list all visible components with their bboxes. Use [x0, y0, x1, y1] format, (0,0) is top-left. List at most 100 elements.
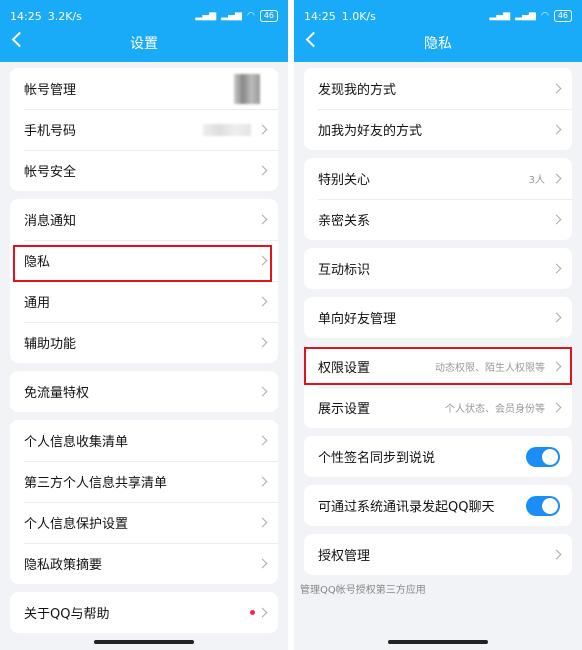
- privacy-screen: 14:25 1.0K/s ▂▄▆ ▂▄▆ ◠ 46 隐私 发现我的方式 加我为好…: [294, 0, 582, 650]
- personal-info-group: 个人信息收集清单 第三方个人信息共享清单 个人信息保护设置 隐私政策摘要: [10, 420, 278, 584]
- row-third-party-sharing[interactable]: 第三方个人信息共享清单: [10, 461, 278, 502]
- row-privacy[interactable]: 隐私: [10, 240, 278, 281]
- row-info-protection[interactable]: 个人信息保护设置: [10, 502, 278, 543]
- chevron-right-icon: [551, 263, 562, 274]
- interaction-group: 互动标识: [304, 248, 572, 289]
- row-privacy-summary[interactable]: 隐私政策摘要: [10, 543, 278, 584]
- chevron-right-icon: [257, 607, 268, 618]
- row-auth-manage[interactable]: 授权管理: [304, 534, 572, 575]
- chevron-right-icon: [257, 517, 268, 528]
- auth-note: 管理QQ帐号授权第三方应用: [300, 585, 426, 596]
- relations-group: 特别关心 3人 亲密关系: [304, 158, 572, 240]
- chevron-right-icon: [551, 312, 562, 323]
- row-display-settings[interactable]: 展示设置 个人状态、会员身份等: [304, 387, 572, 428]
- row-account-security[interactable]: 帐号安全: [10, 150, 278, 191]
- wifi-icon: ◠: [246, 11, 255, 21]
- row-phone[interactable]: 手机号码: [10, 109, 278, 150]
- settings-screen: 14:25 3.2K/s ▂▄▆ ▂▄▆ ◠ 46 设置 帐号管理 手机号码 帐: [0, 0, 288, 650]
- row-permission-settings[interactable]: 权限设置 动态权限、陌生人权限等: [304, 346, 572, 387]
- row-label: 展示设置: [318, 402, 371, 417]
- status-speed: 3.2K/s: [47, 9, 82, 23]
- row-notifications[interactable]: 消息通知: [10, 199, 278, 240]
- signal-icon: ▂▄▆: [489, 11, 511, 21]
- signal-icon: ▂▄▆: [515, 11, 536, 21]
- contacts-chat-toggle[interactable]: [526, 495, 560, 516]
- row-data-free[interactable]: 免流量特权: [10, 371, 278, 412]
- home-indicator: [94, 640, 194, 644]
- chevron-right-icon: [257, 435, 268, 446]
- row-label: 帐号安全: [24, 165, 77, 180]
- status-time: 14:25: [304, 9, 336, 23]
- row-label: 发现我的方式: [318, 83, 397, 98]
- row-label: 第三方个人信息共享清单: [24, 476, 168, 491]
- chevron-right-icon: [551, 549, 562, 560]
- row-intimate[interactable]: 亲密关系: [304, 199, 572, 240]
- row-label: 帐号管理: [24, 83, 77, 98]
- status-time: 14:25: [10, 9, 42, 23]
- back-arrow-icon[interactable]: [11, 31, 28, 48]
- row-info-collection[interactable]: 个人信息收集清单: [10, 420, 278, 461]
- row-label: 授权管理: [318, 549, 371, 564]
- chevron-right-icon: [257, 337, 268, 348]
- row-label: 单向好友管理: [318, 312, 397, 327]
- row-find-me[interactable]: 发现我的方式: [304, 68, 572, 109]
- avatar: [234, 73, 260, 104]
- chevron-right-icon: [257, 476, 268, 487]
- chevron-right-icon: [257, 386, 268, 397]
- status-bar: 14:25 1.0K/s ▂▄▆ ▂▄▆ ◠ 46: [304, 8, 572, 24]
- chevron-right-icon: [257, 214, 268, 225]
- signal-icon: ▂▄▆: [221, 11, 242, 21]
- contacts-chat-group: 可通过系统通讯录发起QQ聊天: [304, 485, 572, 526]
- general-group: 消息通知 隐私 通用 辅助功能: [10, 199, 278, 363]
- row-contacts-chat: 可通过系统通讯录发起QQ聊天: [304, 485, 572, 526]
- row-label: 隐私: [24, 255, 51, 270]
- row-label: 特别关心: [318, 173, 371, 188]
- permission-group: 权限设置 动态权限、陌生人权限等 展示设置 个人状态、会员身份等: [304, 346, 572, 428]
- top-bar: 14:25 3.2K/s ▂▄▆ ▂▄▆ ◠ 46 设置: [0, 0, 288, 62]
- row-general[interactable]: 通用: [10, 281, 278, 322]
- row-label: 隐私政策摘要: [24, 558, 103, 573]
- about-group: 关于QQ与帮助: [10, 592, 278, 633]
- row-label: 手机号码: [24, 124, 77, 139]
- chevron-right-icon: [257, 558, 268, 569]
- battery-icon: 46: [259, 10, 278, 22]
- row-label: 通用: [24, 296, 51, 311]
- auth-group: 授权管理: [304, 534, 572, 575]
- chevron-right-icon: [257, 296, 268, 307]
- row-signature-sync: 个性签名同步到说说: [304, 436, 572, 477]
- wifi-icon: ◠: [540, 11, 549, 21]
- row-one-way-friends[interactable]: 单向好友管理: [304, 297, 572, 338]
- chevron-right-icon: [551, 402, 562, 413]
- red-dot-badge: [250, 610, 255, 615]
- signal-icon: ▂▄▆: [195, 11, 217, 21]
- signature-sync-toggle[interactable]: [526, 446, 560, 467]
- row-special-care[interactable]: 特别关心 3人: [304, 158, 572, 199]
- row-value: 3人: [528, 175, 545, 186]
- status-speed: 1.0K/s: [341, 9, 376, 23]
- row-label: 个人信息保护设置: [24, 517, 129, 532]
- chevron-right-icon: [551, 173, 562, 184]
- page-title: 隐私: [424, 36, 452, 52]
- row-label: 个人信息收集清单: [24, 435, 129, 450]
- chevron-right-icon: [551, 124, 562, 135]
- chevron-right-icon: [551, 83, 562, 94]
- chevron-right-icon: [551, 361, 562, 372]
- row-label: 免流量特权: [24, 386, 90, 401]
- row-accessibility[interactable]: 辅助功能: [10, 322, 278, 363]
- nav-bar: 设置: [0, 30, 288, 56]
- chevron-right-icon: [551, 214, 562, 225]
- battery-icon: 46: [553, 10, 572, 22]
- back-arrow-icon[interactable]: [305, 31, 322, 48]
- row-label: 亲密关系: [318, 214, 371, 229]
- row-about[interactable]: 关于QQ与帮助: [10, 592, 278, 633]
- row-label: 权限设置: [318, 361, 371, 376]
- row-interaction-marks[interactable]: 互动标识: [304, 248, 572, 289]
- page-title: 设置: [130, 36, 158, 52]
- signature-sync-group: 个性签名同步到说说: [304, 436, 572, 477]
- home-indicator: [388, 640, 488, 644]
- row-value: 个人状态、会员身份等: [445, 404, 545, 415]
- row-label: 消息通知: [24, 214, 77, 229]
- row-value: 动态权限、陌生人权限等: [435, 363, 545, 374]
- row-account-manage[interactable]: 帐号管理: [10, 68, 278, 109]
- row-add-friend-method[interactable]: 加我为好友的方式: [304, 109, 572, 150]
